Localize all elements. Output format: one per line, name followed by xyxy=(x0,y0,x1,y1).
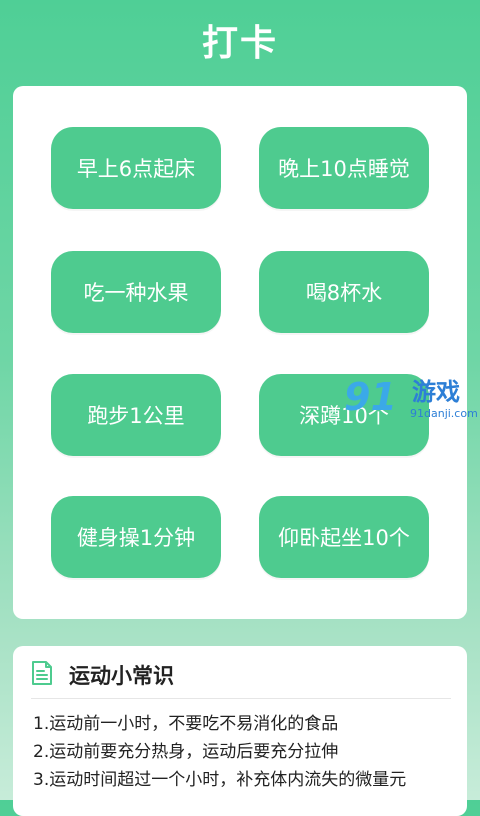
top-bar: 打卡 xyxy=(0,0,480,80)
checkin-run-1km-button[interactable]: 跑步1公里 xyxy=(51,374,221,456)
page-title: 打卡 xyxy=(201,23,278,64)
tips-header: 运动小常识 xyxy=(13,646,467,698)
tips-list: 1.运动前一小时，不要吃不易消化的食品 2.运动前要充分热身，运动后要充分拉伸 … xyxy=(33,710,457,794)
checkin-wake-6am-button[interactable]: 早上6点起床 xyxy=(51,127,221,209)
checkin-situps-button[interactable]: 仰卧起坐10个 xyxy=(259,496,429,578)
tips-divider xyxy=(31,698,451,699)
checkin-aerobics-button[interactable]: 健身操1分钟 xyxy=(51,496,221,578)
tip-item: 3.运动时间超过一个小时，补充体内流失的微量元 xyxy=(33,770,407,790)
checkin-card: 早上6点起床 晚上10点睡觉 吃一种水果 喝8杯水 跑步1公里 深蹲10个 健身… xyxy=(13,86,467,619)
checkin-squat-button[interactable]: 深蹲10个 xyxy=(259,374,429,456)
checkin-drink-water-button[interactable]: 喝8杯水 xyxy=(259,251,429,333)
tips-card: 运动小常识 1.运动前一小时，不要吃不易消化的食品 2.运动前要充分热身，运动后… xyxy=(13,646,467,816)
tip-item: 1.运动前一小时，不要吃不易消化的食品 xyxy=(33,714,339,734)
document-icon xyxy=(32,661,52,685)
tips-title: 运动小常识 xyxy=(69,664,174,688)
checkin-sleep-10pm-button[interactable]: 晚上10点睡觉 xyxy=(259,127,429,209)
tip-item: 2.运动前要充分热身，运动后要充分拉伸 xyxy=(33,742,339,762)
checkin-eat-fruit-button[interactable]: 吃一种水果 xyxy=(51,251,221,333)
